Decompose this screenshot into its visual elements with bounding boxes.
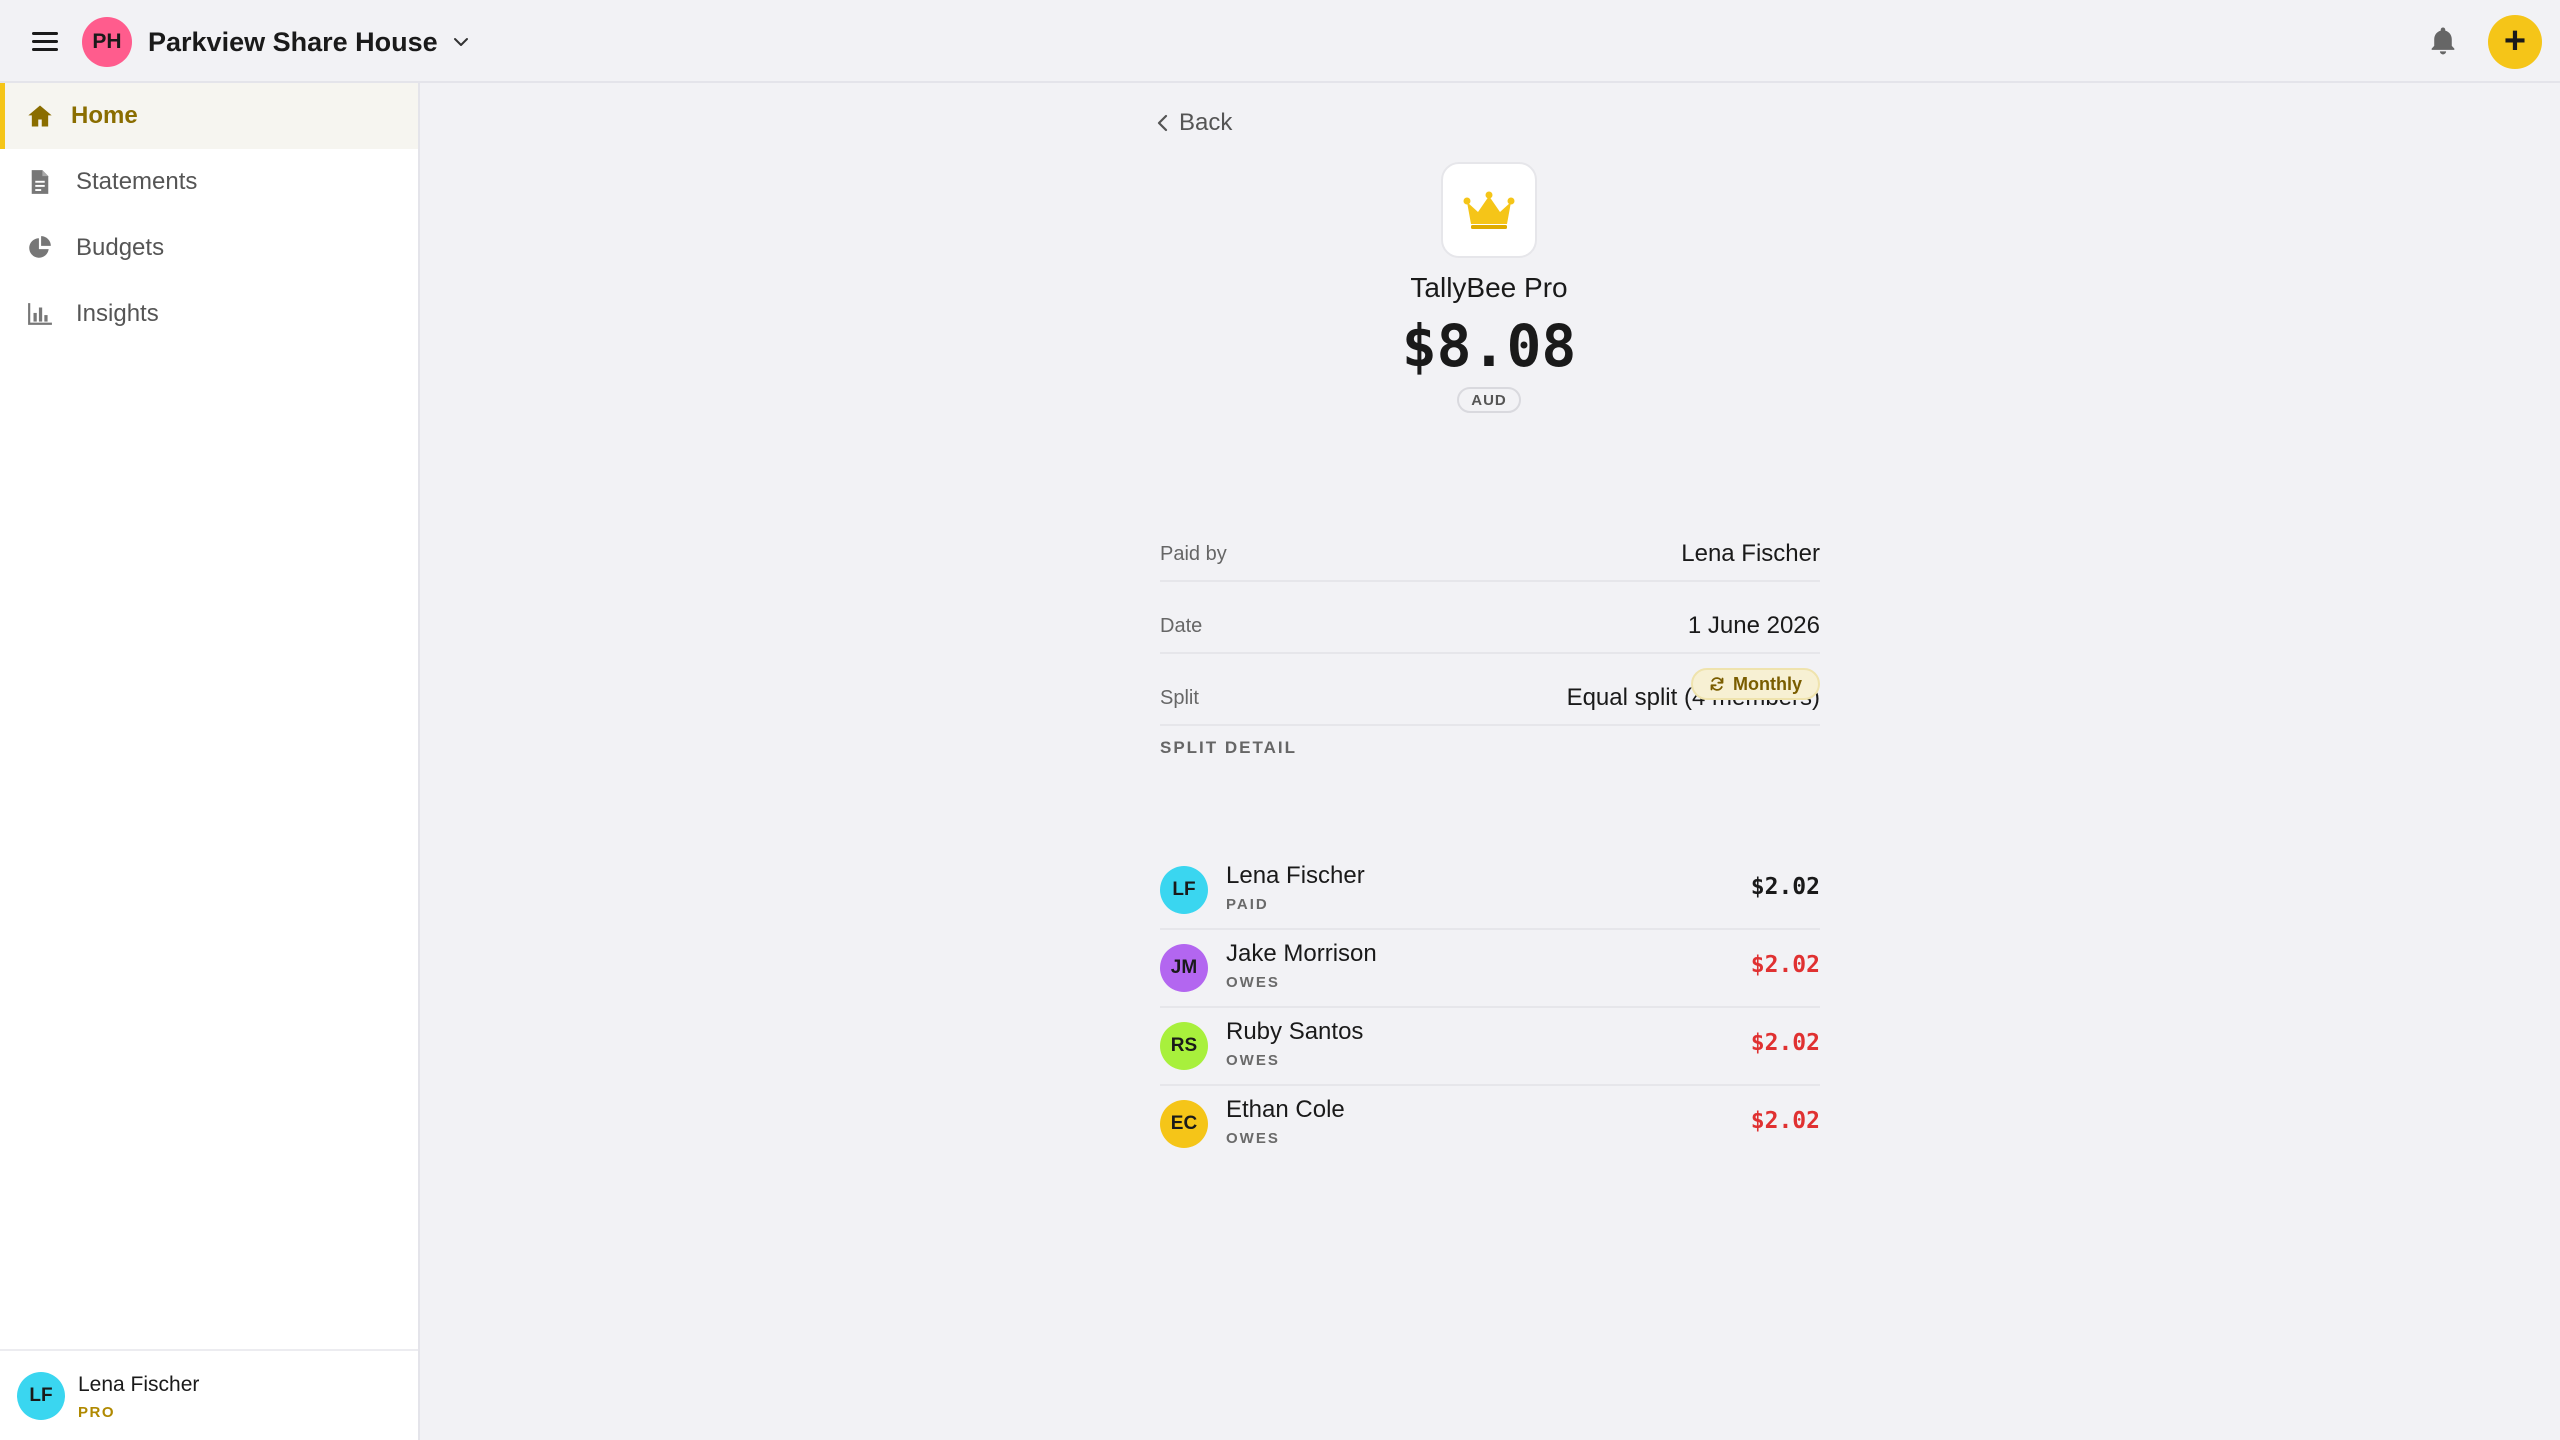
member-share-amount: $2.02: [1750, 952, 1820, 978]
member-status: PAID: [1226, 896, 1269, 913]
back-button[interactable]: Back: [1155, 107, 1232, 139]
split-row: JM Jake Morrison OWES $2.02: [1160, 930, 1820, 1008]
detail-value: 1 June 2026: [1687, 612, 1820, 639]
split-row: LF Lena Fischer PAID $2.02: [1160, 852, 1820, 930]
member-status: OWES: [1226, 1052, 1280, 1069]
group-switcher[interactable]: PH Parkview Share House: [82, 17, 470, 67]
split-row: EC Ethan Cole OWES $2.02: [1160, 1086, 1820, 1164]
user-name: Lena Fischer: [78, 1373, 200, 1396]
currency-badge: AUD: [1457, 387, 1521, 413]
group-name: Parkview Share House: [148, 26, 438, 57]
refresh-icon: [1710, 677, 1724, 691]
sidebar-item-label: Home: [71, 102, 138, 129]
detail-label: Split: [1160, 687, 1199, 709]
detail-row-date: Date 1 June 2026: [1160, 582, 1820, 654]
group-avatar: PH: [82, 17, 132, 67]
pie-chart-icon: [26, 234, 54, 262]
chevron-down-icon: [453, 38, 468, 46]
member-name: Lena Fischer: [1226, 862, 1365, 889]
expense-title: TallyBee Pro: [1410, 272, 1568, 303]
app-root: PH Parkview Share House + Home Statement…: [0, 0, 2560, 1440]
sidebar-item-label: Statements: [76, 168, 198, 195]
avatar: RS: [1160, 1022, 1208, 1070]
member-name: Ruby Santos: [1226, 1018, 1364, 1045]
split-row: RS Ruby Santos OWES $2.02: [1160, 1008, 1820, 1086]
current-user[interactable]: LF Lena Fischer PRO: [0, 1349, 418, 1440]
split-detail-heading: SPLIT DETAIL: [1160, 738, 1298, 757]
bar-chart-icon: [26, 300, 54, 328]
detail-value: Lena Fischer: [1681, 540, 1820, 567]
member-name: Ethan Cole: [1226, 1096, 1345, 1123]
expense-icon: [1441, 162, 1537, 258]
avatar: EC: [1160, 1100, 1208, 1148]
member-status: OWES: [1226, 1130, 1280, 1147]
recurrence-label: Monthly: [1733, 673, 1802, 694]
detail-label: Paid by: [1160, 543, 1227, 565]
member-share-amount: $2.02: [1750, 874, 1820, 900]
plus-icon: +: [2503, 19, 2527, 62]
avatar: LF: [17, 1371, 65, 1420]
member-name: Jake Morrison: [1226, 940, 1377, 967]
add-expense-button[interactable]: +: [2488, 15, 2542, 69]
top-bar: PH Parkview Share House +: [0, 0, 2560, 83]
sidebar-item-statements[interactable]: Statements: [0, 149, 418, 215]
avatar: JM: [1160, 944, 1208, 992]
member-share-amount: $2.02: [1750, 1030, 1820, 1056]
recurrence-badge: Monthly: [1691, 668, 1820, 700]
sidebar: Home Statements Budgets Insights LF Lena…: [0, 83, 420, 1440]
sidebar-item-insights[interactable]: Insights: [0, 281, 418, 347]
sidebar-item-budgets[interactable]: Budgets: [0, 215, 418, 281]
sidebar-item-label: Budgets: [76, 234, 165, 261]
sidebar-item-home[interactable]: Home: [0, 83, 418, 149]
crown-icon: [1463, 191, 1515, 229]
expense-amount: $8.08: [1401, 312, 1577, 380]
member-share-amount: $2.02: [1750, 1108, 1820, 1134]
back-label: Back: [1179, 109, 1233, 136]
chevron-left-icon: [1157, 114, 1168, 132]
expense-detail: Back TallyBee Pro $8.08 AUD Paid by Lena…: [420, 83, 2560, 1440]
avatar: LF: [1160, 866, 1208, 914]
bell-icon[interactable]: [2426, 24, 2460, 58]
home-icon: [26, 102, 54, 130]
member-status: OWES: [1226, 974, 1280, 991]
sidebar-item-label: Insights: [76, 300, 159, 327]
document-icon: [26, 168, 54, 196]
detail-label: Date: [1160, 615, 1203, 637]
detail-row-paid-by: Paid by Lena Fischer: [1160, 510, 1820, 582]
user-plan-badge: PRO: [78, 1404, 116, 1421]
hamburger-menu-icon[interactable]: [32, 28, 58, 54]
